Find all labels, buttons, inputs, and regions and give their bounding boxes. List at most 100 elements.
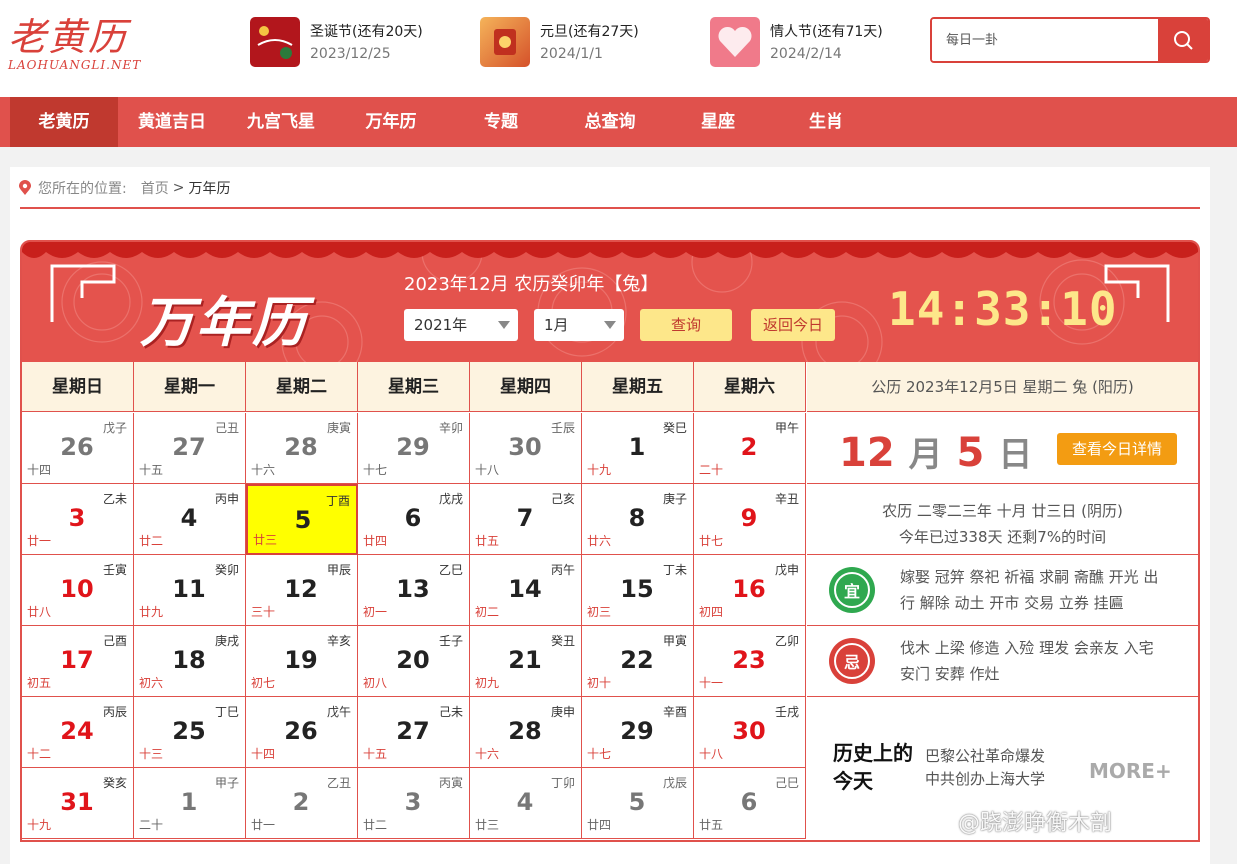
day-number: 26 xyxy=(60,433,94,461)
day-cell[interactable]: 戊辰 5 廿四 xyxy=(582,768,694,839)
day-number: 13 xyxy=(396,575,430,603)
query-button[interactable]: 查询 xyxy=(640,309,732,341)
day-cell[interactable]: 辛丑 9 廿七 xyxy=(694,484,806,555)
lunar-day-label: 廿六 xyxy=(587,534,612,548)
day-cell[interactable]: 甲寅 22 初十 xyxy=(582,626,694,697)
weekday-label: 星期三 xyxy=(358,362,470,412)
yi-panel: 宜 嫁娶 冠笄 祭祀 祈福 求嗣 斋醮 开光 出行 解除 动土 开市 交易 立券… xyxy=(807,555,1198,626)
history-item[interactable]: 中共创办上海大学 xyxy=(925,768,1045,791)
day-number: 2 xyxy=(292,788,310,816)
day-cell[interactable]: 甲午 2 二十 xyxy=(694,413,806,484)
today-detail-button[interactable]: 查看今日详情 xyxy=(1057,433,1177,465)
day-number: 7 xyxy=(516,504,534,532)
lunar-day-label: 十四 xyxy=(251,747,276,761)
nav-item-wannianli[interactable]: 万年历 xyxy=(336,97,446,147)
year-select[interactable]: 2021年 xyxy=(404,309,518,341)
day-cell[interactable]: 壬戌 30 十八 xyxy=(694,697,806,768)
day-cell[interactable]: 癸卯 11 廿九 xyxy=(134,555,246,626)
day-number: 22 xyxy=(620,646,654,674)
day-cell[interactable]: 戊午 26 十四 xyxy=(246,697,358,768)
nav-item-query[interactable]: 总查询 xyxy=(556,97,664,147)
history-item[interactable]: 巴黎公社革命爆发 xyxy=(925,745,1045,768)
day-cell[interactable]: 丙申 4 廿二 xyxy=(134,484,246,555)
search-button[interactable] xyxy=(1158,19,1208,61)
day-number: 24 xyxy=(60,717,94,745)
lunar-day-label: 廿三 xyxy=(475,818,500,832)
day-number: 2 xyxy=(740,433,758,461)
day-cell[interactable]: 丁卯 4 廿三 xyxy=(470,768,582,839)
search-input[interactable] xyxy=(932,19,1158,61)
day-number: 28 xyxy=(508,717,542,745)
day-cell[interactable]: 己亥 7 廿五 xyxy=(470,484,582,555)
day-cell[interactable]: 壬子 20 初八 xyxy=(358,626,470,697)
lunar-day-label: 十四 xyxy=(27,463,52,477)
day-cell[interactable]: 辛亥 19 初七 xyxy=(246,626,358,697)
back-to-today-button[interactable]: 返回今日 xyxy=(751,309,835,341)
day-cell[interactable]: 癸亥 31 十九 xyxy=(22,768,134,839)
lunar-day-label: 廿七 xyxy=(699,534,724,548)
yi-badge: 宜 xyxy=(829,567,875,613)
ji-label: 忌 xyxy=(834,643,870,679)
day-cell[interactable]: 戊申 16 初四 xyxy=(694,555,806,626)
watermark-text: @跷澎睁衡木剖 xyxy=(958,811,1113,836)
day-cell[interactable]: 己未 27 十五 xyxy=(358,697,470,768)
holiday-name: 元旦(还有27天) xyxy=(540,24,639,40)
lunar-day-label: 十九 xyxy=(27,818,52,832)
chevron-down-icon xyxy=(498,321,510,329)
site-logo[interactable]: 老黄历 LAOHUANGLI.NET xyxy=(8,14,148,80)
day-cell[interactable]: 乙未 3 廿一 xyxy=(22,484,134,555)
day-cell[interactable]: 戊戌 6 廿四 xyxy=(358,484,470,555)
month-select[interactable]: 1月 xyxy=(534,309,624,341)
day-cell[interactable]: 丁巳 25 十三 xyxy=(134,697,246,768)
nav-item-xingzuo[interactable]: 星座 xyxy=(664,97,772,147)
day-number: 20 xyxy=(396,646,430,674)
day-cell[interactable]: 辛酉 29 十七 xyxy=(582,697,694,768)
solar-date-header: 公历 2023年12月5日 星期二 兔 (阳历) xyxy=(807,362,1198,412)
day-cell[interactable]: 庚子 8 廿六 xyxy=(582,484,694,555)
day-cell[interactable]: 乙卯 23 十一 xyxy=(694,626,806,697)
lunar-day-label: 廿一 xyxy=(27,534,52,548)
day-cell[interactable]: 己巳 6 廿五 xyxy=(694,768,806,839)
day-cell[interactable]: 乙巳 13 初一 xyxy=(358,555,470,626)
location-pin-icon xyxy=(19,180,31,195)
day-cell[interactable]: 辛卯 29 十七 xyxy=(358,413,470,484)
day-cell[interactable]: 丁未 15 初三 xyxy=(582,555,694,626)
day-number: 23 xyxy=(732,646,766,674)
day-cell[interactable]: 丙寅 3 廿二 xyxy=(358,768,470,839)
nav-item-jiugong[interactable]: 九宫飞星 xyxy=(226,97,336,147)
day-number: 14 xyxy=(508,575,542,603)
holiday-new-year[interactable]: 元旦(还有27天) 2024/1/1 xyxy=(480,17,670,67)
day-cell[interactable]: 庚戌 18 初六 xyxy=(134,626,246,697)
history-more-link[interactable]: MORE+ xyxy=(1089,759,1172,783)
breadcrumb-home-link[interactable]: 首页 xyxy=(141,178,169,198)
day-cell[interactable]: 戊子 26 十四 xyxy=(22,413,134,484)
year-progress: 今年已过338天 还剩7%的时间 xyxy=(898,528,1107,546)
day-cell[interactable]: 庚寅 28 十六 xyxy=(246,413,358,484)
day-number: 9 xyxy=(740,504,758,532)
holiday-christmas[interactable]: 圣诞节(还有20天) 2023/12/25 xyxy=(250,17,440,67)
day-cell[interactable]: 壬辰 30 十八 xyxy=(470,413,582,484)
day-cell[interactable]: 丙辰 24 十二 xyxy=(22,697,134,768)
day-number: 6 xyxy=(404,504,422,532)
nav-item-laohuangli[interactable]: 老黄历 xyxy=(10,97,118,147)
nav-item-zhuanti[interactable]: 专题 xyxy=(446,97,556,147)
big-date-day-unit: 日 xyxy=(998,435,1033,475)
day-cell[interactable]: 己丑 27 十五 xyxy=(134,413,246,484)
day-cell[interactable]: 癸丑 21 初九 xyxy=(470,626,582,697)
day-cell[interactable]: 甲子 1 二十 xyxy=(134,768,246,839)
day-cell[interactable]: 庚申 28 十六 xyxy=(470,697,582,768)
holiday-name: 情人节(还有71天) xyxy=(770,24,883,40)
day-cell[interactable]: 丙午 14 初二 xyxy=(470,555,582,626)
day-cell[interactable]: 壬寅 10 廿八 xyxy=(22,555,134,626)
holiday-valentine[interactable]: 情人节(还有71天) 2024/2/14 xyxy=(710,17,900,67)
nav-item-shengxiao[interactable]: 生肖 xyxy=(772,97,880,147)
day-cell[interactable]: 乙丑 2 廿一 xyxy=(246,768,358,839)
day-cell-today[interactable]: 丁酉 5 廿三 xyxy=(246,484,358,555)
nav-item-huangdao[interactable]: 黄道吉日 xyxy=(118,97,226,147)
day-cell[interactable]: 癸巳 1 十九 xyxy=(582,413,694,484)
month-title: 2023年12月 农历癸卯年【兔】 xyxy=(404,274,659,295)
lunar-date: 农历 二零二三年 十月 廿三日 (阴历) xyxy=(882,502,1123,520)
day-cell[interactable]: 甲辰 12 三十 xyxy=(246,555,358,626)
day-cell[interactable]: 己酉 17 初五 xyxy=(22,626,134,697)
weekday-label: 星期五 xyxy=(582,362,694,412)
